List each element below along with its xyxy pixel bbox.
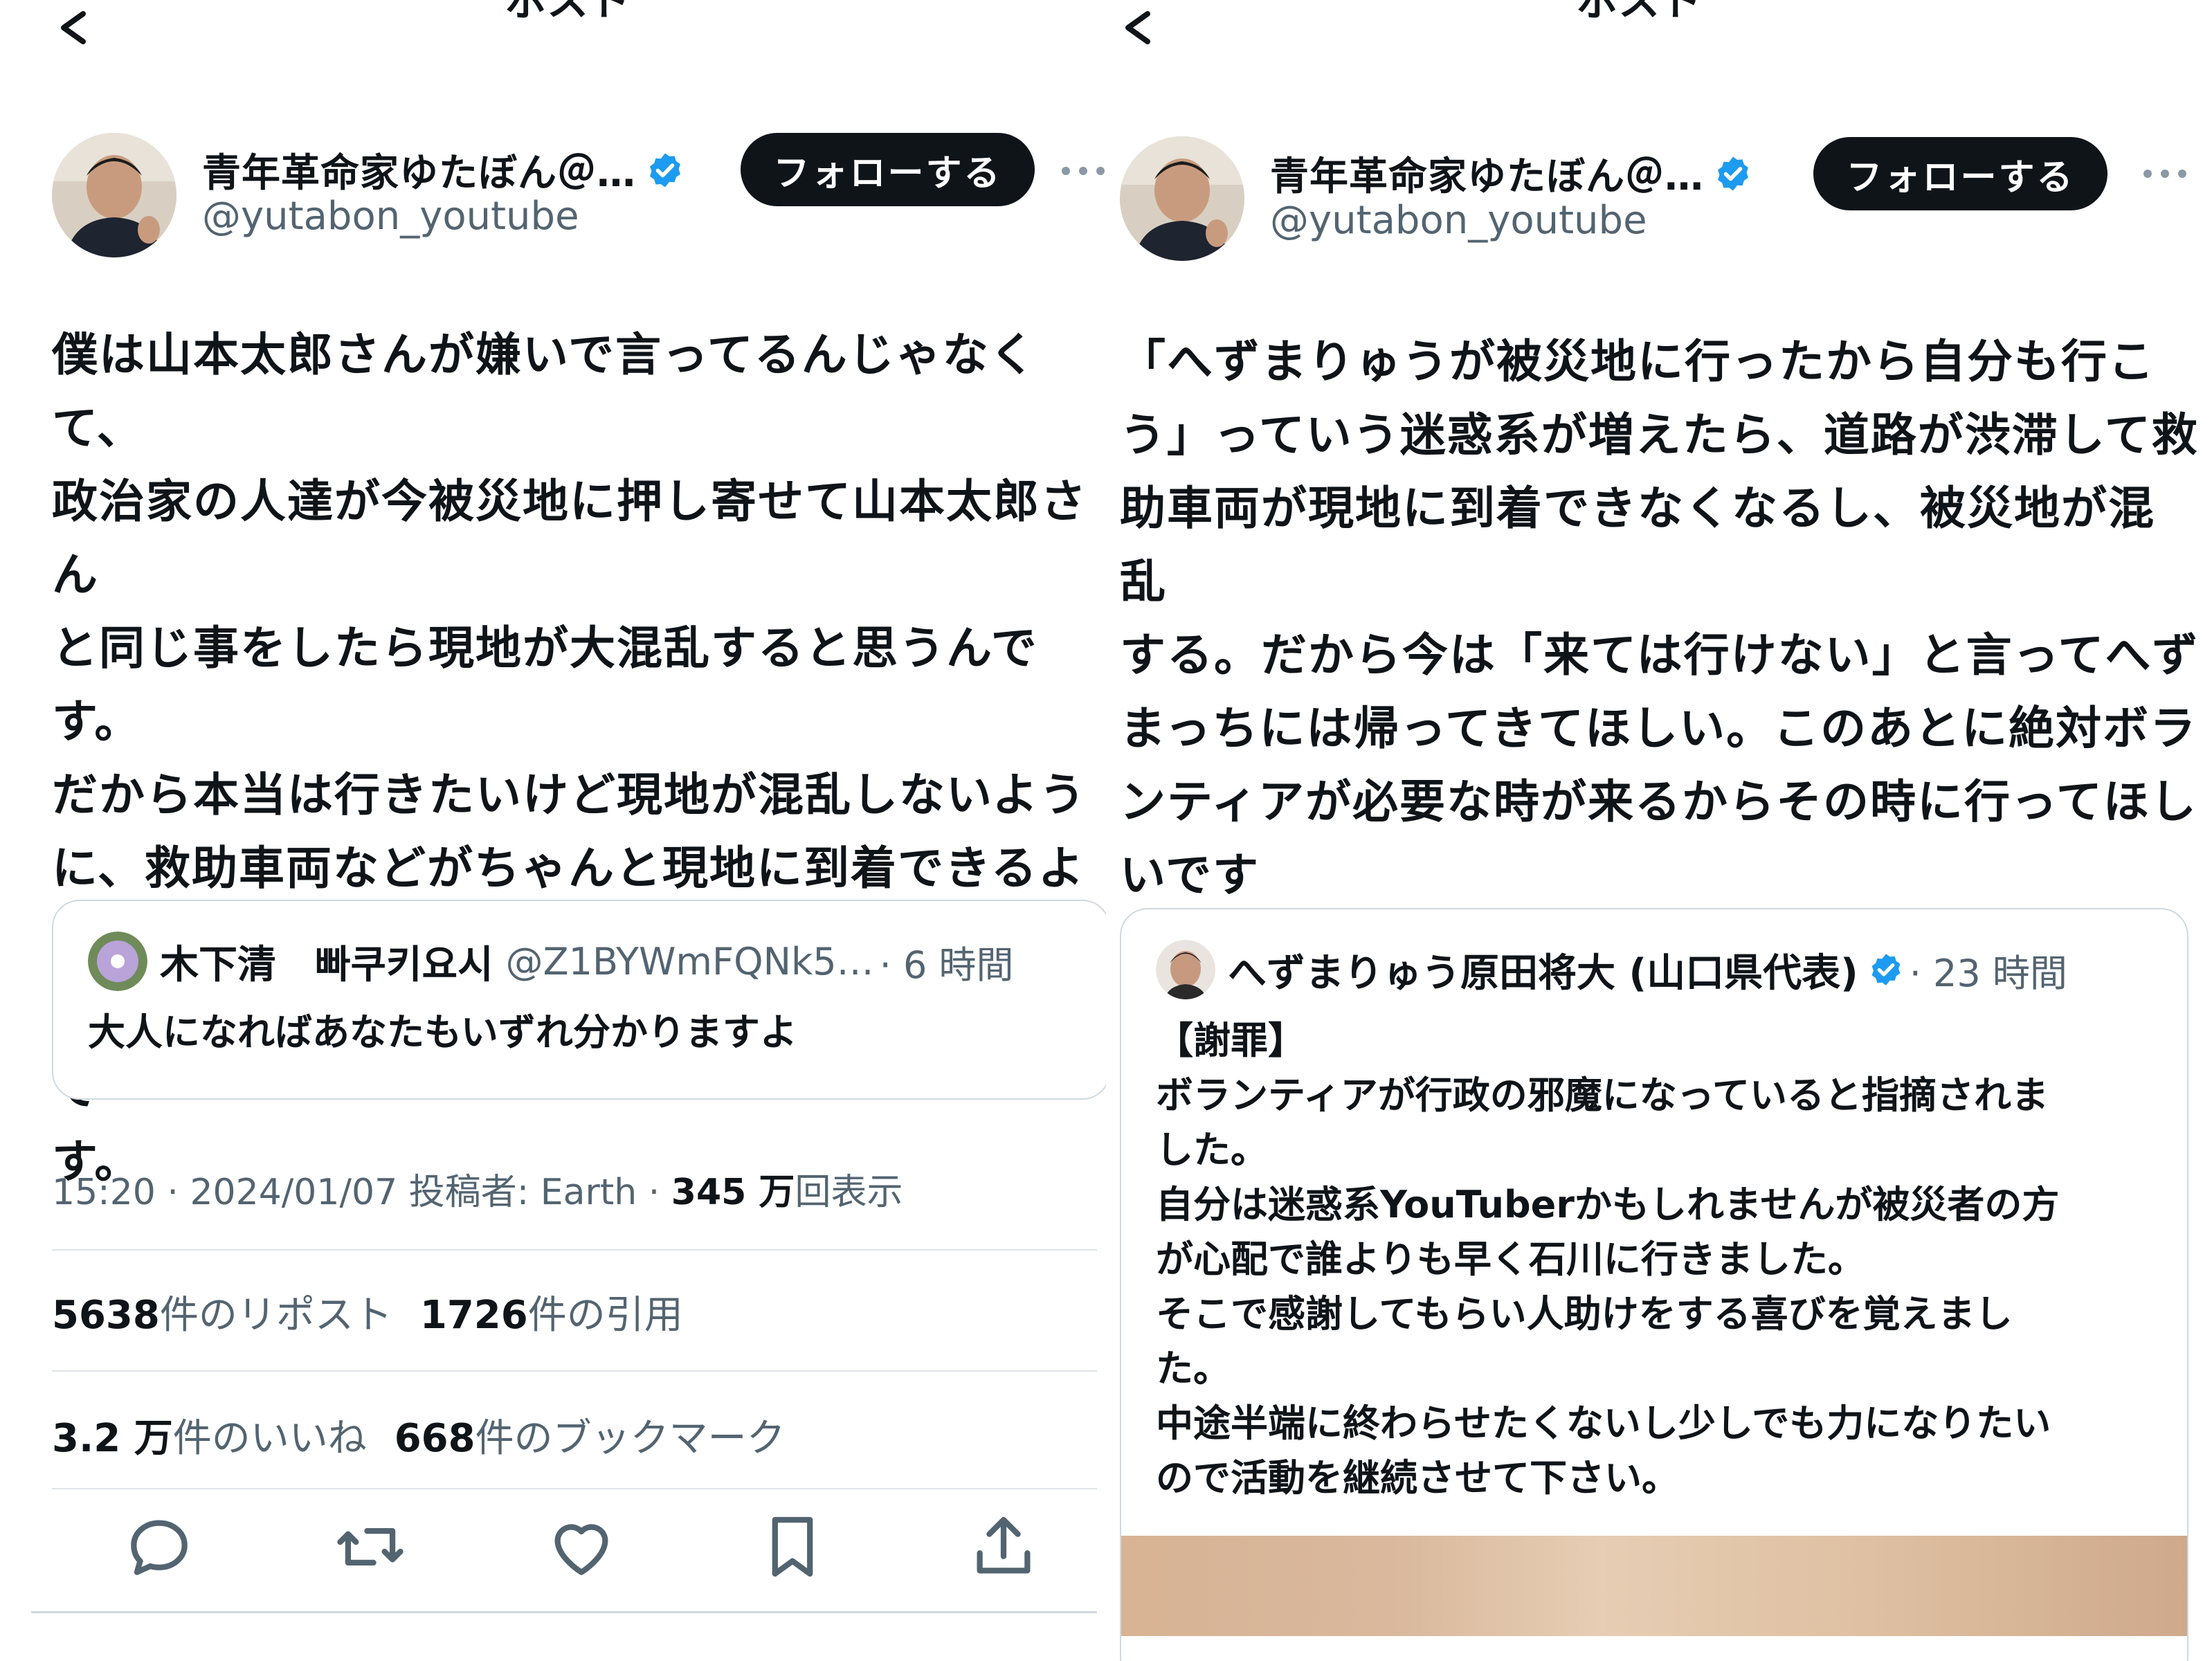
like-count: 3.2 万 [52, 1416, 173, 1461]
verified-badge-icon [650, 153, 680, 187]
author-name[interactable]: 青年革命家ゆたぼん＠… [202, 142, 636, 198]
author-name[interactable]: 青年革命家ゆたぼん＠… [1270, 145, 1704, 201]
page-title: ポスト [505, 0, 630, 26]
verified-badge-icon [1871, 954, 1901, 986]
post-body: 「へずまりゅうが被災地に行ったから自分も行こ う」っていう迷惑系が増えたら、道路… [1120, 335, 2200, 902]
quoted-author-name: 木下清 빠쿠키요시 [160, 942, 493, 988]
repost-label: 件のリポスト [159, 1293, 392, 1338]
author-handle[interactable]: @yutabon_youtube [1270, 198, 1647, 243]
author-name-row: 青年革命家ゆたぼん＠… [202, 142, 685, 198]
like-stat[interactable]: 3.2 万件のいいね [52, 1416, 367, 1461]
quoted-post[interactable]: へずまりゅう原田将大 (山口県代表) · 23 時間 【謝罪】 ボランティアが行… [1120, 908, 2188, 1661]
bookmark-count: 668 [394, 1416, 475, 1461]
quoted-avatar[interactable] [88, 932, 147, 991]
more-options-icon[interactable] [2141, 163, 2189, 184]
quoted-author-handle: @Z1BYWmFQNk5… [505, 939, 874, 983]
quoted-post-time: · 6 時間 [879, 943, 1014, 987]
bookmark-stat[interactable]: 668件のブックマーク [395, 1416, 786, 1461]
author-handle[interactable]: @yutabon_youtube [202, 194, 579, 239]
bookmark-label: 件のブックマーク [475, 1416, 786, 1461]
quoted-post-text: 【謝罪】 ボランティアが行政の邪魔になっていると指摘されま した。 自分は迷惑系… [1156, 1019, 2060, 1500]
action-bar [52, 1509, 1097, 1606]
divider [52, 1249, 1097, 1251]
quoted-post-time: · 23 時間 [1909, 951, 2067, 995]
back-arrow-icon[interactable] [1120, 7, 1154, 48]
page-title: ポスト [1577, 0, 1701, 26]
quoted-post-image[interactable] [1121, 1536, 2187, 1636]
bottom-divider [31, 1611, 1097, 1613]
repost-icon[interactable] [332, 1509, 408, 1585]
quote-label: 件の引用 [527, 1293, 683, 1338]
avatar[interactable] [52, 133, 176, 257]
author-name-row: 青年革命家ゆたぼん＠… [1270, 145, 1752, 201]
like-label: 件のいいね [172, 1416, 367, 1461]
view-count: 345 万 [671, 1172, 795, 1213]
share-icon[interactable] [966, 1509, 1042, 1585]
top-nav: ポスト [1106, 0, 2212, 55]
quoted-post-header: へずまりゅう原田将大 (山口県代表) · 23 時間 [1156, 940, 2067, 999]
quoted-avatar[interactable] [1156, 940, 1215, 999]
post-meta: 15:20 · 2024/01/07 投稿者: Earth · 345 万回表示 [52, 1163, 903, 1215]
right-screenshot: ポスト 青年革命家ゆたぼん＠… @yutabon_youtube フォローする … [1106, 0, 2212, 1661]
quoted-post-header: 木下清 빠쿠키요시 @Z1BYWmFQNk5… · 6 時間 [88, 932, 1013, 991]
quoted-post[interactable]: 木下清 빠쿠키요시 @Z1BYWmFQNk5… · 6 時間 大人になればあなた… [52, 900, 1106, 1100]
stats-row-likes: 3.2 万件のいいね 668件のブックマーク [52, 1407, 786, 1463]
more-options-icon[interactable] [1059, 161, 1106, 181]
left-screenshot: ポスト 青年革命家ゆたぼん＠… @yutabon_youtube フォローする … [0, 0, 1106, 1661]
quoted-author-name: へずまりゅう原田将大 (山口県代表) [1228, 950, 1858, 996]
quote-stat[interactable]: 1726件の引用 [420, 1293, 683, 1338]
post-timestamp[interactable]: 15:20 · 2024/01/07 [52, 1172, 397, 1213]
view-count-label: 回表示 [795, 1172, 903, 1213]
back-arrow-icon[interactable] [55, 7, 90, 48]
follow-button[interactable]: フォローする [741, 133, 1035, 206]
repost-stat[interactable]: 5638件のリポスト [52, 1293, 392, 1338]
bookmark-icon[interactable] [754, 1509, 831, 1585]
avatar[interactable] [1120, 136, 1244, 261]
repost-count: 5638 [52, 1293, 160, 1338]
follow-button[interactable]: フォローする [1813, 137, 2107, 210]
like-icon[interactable] [543, 1509, 619, 1585]
quoted-post-text: 大人になればあなたもいずれ分かりますよ [88, 1010, 797, 1054]
verified-badge-icon [1718, 156, 1748, 190]
stats-row-reposts: 5638件のリポスト 1726件の引用 [52, 1284, 683, 1340]
divider [52, 1488, 1097, 1489]
reply-icon[interactable] [121, 1509, 197, 1585]
posted-by: 投稿者: Earth [408, 1172, 637, 1213]
meta-separator: · [648, 1172, 660, 1213]
quote-count: 1726 [419, 1293, 528, 1338]
divider [52, 1370, 1097, 1372]
top-nav: ポスト [0, 0, 1106, 55]
